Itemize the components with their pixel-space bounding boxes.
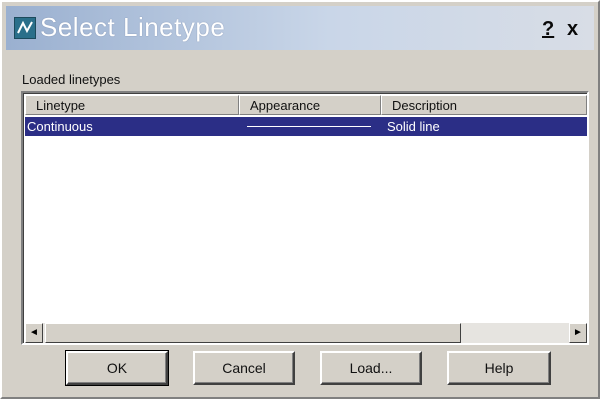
row-description: Solid line xyxy=(387,119,440,134)
column-header-linetype[interactable]: Linetype xyxy=(25,95,239,115)
scroll-left-icon[interactable]: ◄ xyxy=(25,323,43,343)
column-header-appearance[interactable]: Appearance xyxy=(239,95,381,115)
linetype-list[interactable]: Linetype Appearance Description Continuo… xyxy=(21,91,589,345)
scroll-right-icon[interactable]: ► xyxy=(569,323,587,343)
list-header: Linetype Appearance Description xyxy=(25,95,587,115)
window-title: Select Linetype xyxy=(40,12,226,42)
table-row[interactable]: Continuous Solid line xyxy=(25,117,587,136)
horizontal-scrollbar[interactable]: ◄ ► xyxy=(25,323,587,343)
select-linetype-dialog: Select Linetype ? x Loaded linetypes Lin… xyxy=(0,0,600,399)
solid-line-preview xyxy=(247,126,371,127)
app-icon xyxy=(14,17,36,39)
column-header-description[interactable]: Description xyxy=(381,95,587,115)
ok-button[interactable]: OK xyxy=(65,350,169,386)
load-button[interactable]: Load... xyxy=(320,351,422,385)
close-icon[interactable]: x xyxy=(567,18,578,41)
help-icon[interactable]: ? xyxy=(542,18,554,41)
scroll-thumb[interactable] xyxy=(45,323,461,343)
title-bar[interactable]: Select Linetype ? x xyxy=(6,6,594,50)
cancel-button[interactable]: Cancel xyxy=(193,351,295,385)
help-button[interactable]: Help xyxy=(447,351,551,385)
row-linetype: Continuous xyxy=(27,119,93,134)
loaded-linetypes-label: Loaded linetypes xyxy=(22,72,121,87)
